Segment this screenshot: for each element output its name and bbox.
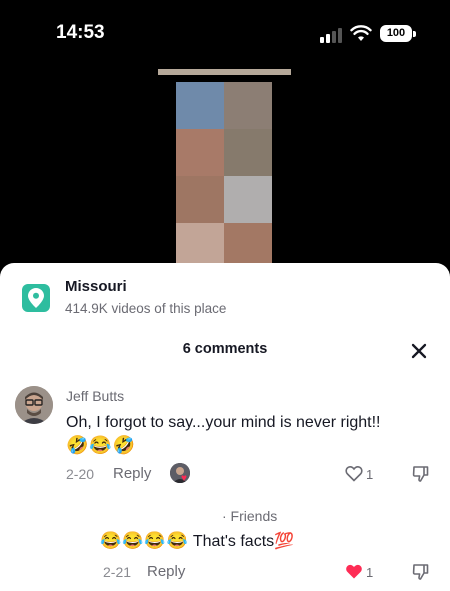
comments-sheet: Missouri 414.9K videos of this place 6 c… (0, 263, 450, 591)
battery-tip (413, 31, 416, 37)
comment-author[interactable]: Jeff Butts (66, 388, 124, 404)
heart-icon-liked[interactable] (345, 563, 363, 580)
creator-avatar-sticker (170, 463, 190, 483)
reply-button[interactable]: Reply (147, 563, 185, 580)
battery-icon: 100 (380, 25, 412, 42)
wifi-icon (350, 25, 372, 41)
place-name: Missouri (65, 278, 127, 295)
heart-badge-icon: ♥ (181, 473, 187, 484)
like-count: 1 (366, 565, 374, 580)
reply-text: That's facts💯 (192, 533, 295, 550)
video-preview[interactable] (0, 60, 450, 280)
place-subtitle: 414.9K videos of this place (65, 301, 227, 316)
status-time: 14:53 (56, 22, 105, 43)
comment-date: 2-21 (103, 564, 132, 580)
close-icon[interactable] (410, 342, 428, 360)
dislike-icon[interactable] (412, 563, 429, 581)
comments-count: 6 comments (182, 341, 268, 357)
signal-icon (320, 28, 342, 43)
comment-date: 2-20 (66, 466, 95, 482)
friends-label: · Friends (222, 508, 278, 524)
location-pin-icon (22, 284, 50, 312)
comment-text: Oh, I forgot to say...your mind is never… (66, 414, 381, 431)
reply-emoji: 😂😂😂😂 (100, 531, 189, 550)
reply-button[interactable]: Reply (113, 465, 151, 482)
heart-icon[interactable] (345, 465, 363, 482)
place-link[interactable]: Missouri 414.9K videos of this place (22, 275, 226, 325)
comment-emoji: 🤣😂🤣 (66, 435, 137, 455)
dislike-icon[interactable] (412, 465, 429, 483)
pixelated-image (176, 82, 272, 270)
video-shelf (158, 69, 291, 75)
avatar[interactable] (15, 386, 53, 424)
like-count: 1 (366, 467, 374, 482)
reply-comment-text: 😂😂😂😂 That's facts💯 (100, 531, 294, 551)
